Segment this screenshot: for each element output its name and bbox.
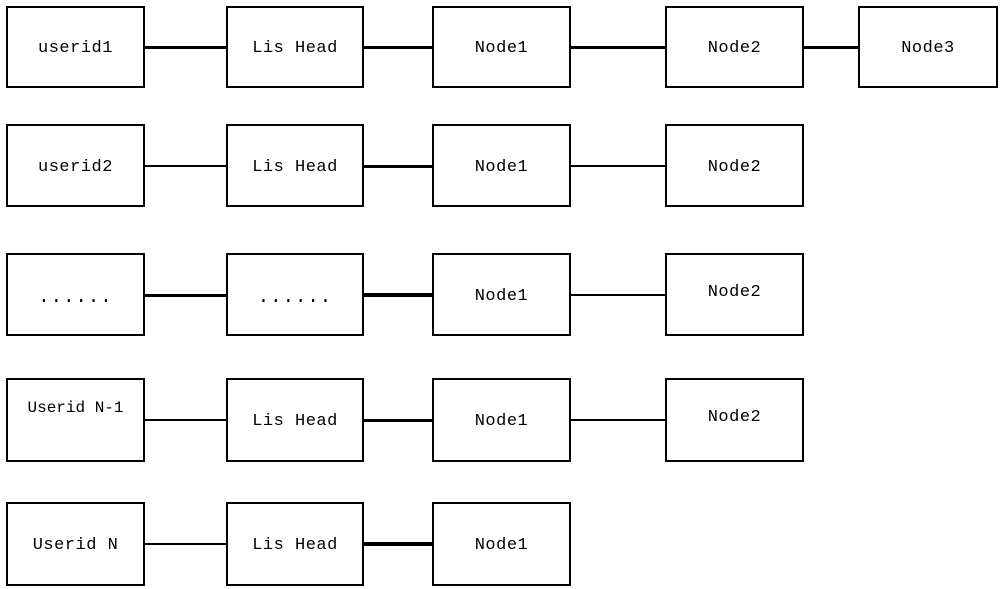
connector-line: [571, 419, 665, 421]
node-box[interactable]: Userid N-1: [6, 378, 145, 462]
node-box[interactable]: Node3: [858, 6, 998, 88]
node-box[interactable]: Node2: [665, 6, 804, 88]
node-label: Userid N: [32, 536, 119, 555]
node-label: Node2: [707, 39, 762, 58]
connector-line: [804, 46, 858, 49]
node-label: Node2: [707, 158, 762, 177]
node-box[interactable]: Node1: [432, 6, 571, 88]
connector-line: [145, 419, 226, 421]
node-box[interactable]: ......: [6, 253, 145, 336]
connector-line: [364, 165, 432, 168]
node-label: Node2: [707, 283, 762, 302]
node-box[interactable]: Userid N: [6, 502, 145, 586]
node-box[interactable]: userid1: [6, 6, 145, 88]
node-box[interactable]: ......: [226, 253, 364, 336]
node-label: Lis Head: [252, 158, 338, 177]
node-box[interactable]: Node2: [665, 378, 804, 462]
connector-line: [145, 543, 226, 545]
connector-line: [364, 419, 432, 422]
node-box[interactable]: Node1: [432, 502, 571, 586]
node-label: Node1: [474, 39, 529, 58]
node-box[interactable]: Node1: [432, 124, 571, 207]
node-box[interactable]: Node1: [432, 253, 571, 336]
node-box[interactable]: Lis Head: [226, 502, 364, 586]
connector-line: [145, 165, 226, 167]
connector-line: [364, 542, 432, 546]
connector-line: [571, 165, 665, 167]
connector-line: [145, 294, 226, 297]
node-label: ......: [257, 286, 333, 308]
connector-line: [571, 46, 665, 49]
node-label: Node1: [474, 287, 529, 306]
connector-line: [571, 294, 665, 296]
node-label: userid2: [38, 158, 113, 177]
node-box[interactable]: Lis Head: [226, 6, 364, 88]
node-box[interactable]: Lis Head: [226, 378, 364, 462]
node-label: Lis Head: [252, 536, 338, 555]
node-label: Lis Head: [252, 39, 338, 58]
connector-line: [145, 46, 226, 49]
node-label: Node2: [707, 408, 762, 427]
node-box[interactable]: Node2: [665, 253, 804, 336]
node-label: Lis Head: [252, 412, 338, 431]
node-label: Node1: [474, 412, 529, 431]
node-label: Node1: [474, 158, 529, 177]
connector-line: [364, 46, 432, 49]
node-box[interactable]: Lis Head: [226, 124, 364, 207]
linked-list-diagram: userid1 Lis Head Node1 Node2 Node3 userid2 Lis…: [0, 0, 1000, 589]
node-label: Node1: [474, 536, 529, 555]
node-box[interactable]: Node2: [665, 124, 804, 207]
node-label: Userid N-1: [27, 399, 124, 417]
node-box[interactable]: Node1: [432, 378, 571, 462]
node-label: userid1: [38, 39, 113, 58]
node-label: Node3: [901, 39, 955, 58]
node-box[interactable]: userid2: [6, 124, 145, 207]
connector-line: [364, 293, 432, 297]
node-label: ......: [38, 286, 113, 308]
